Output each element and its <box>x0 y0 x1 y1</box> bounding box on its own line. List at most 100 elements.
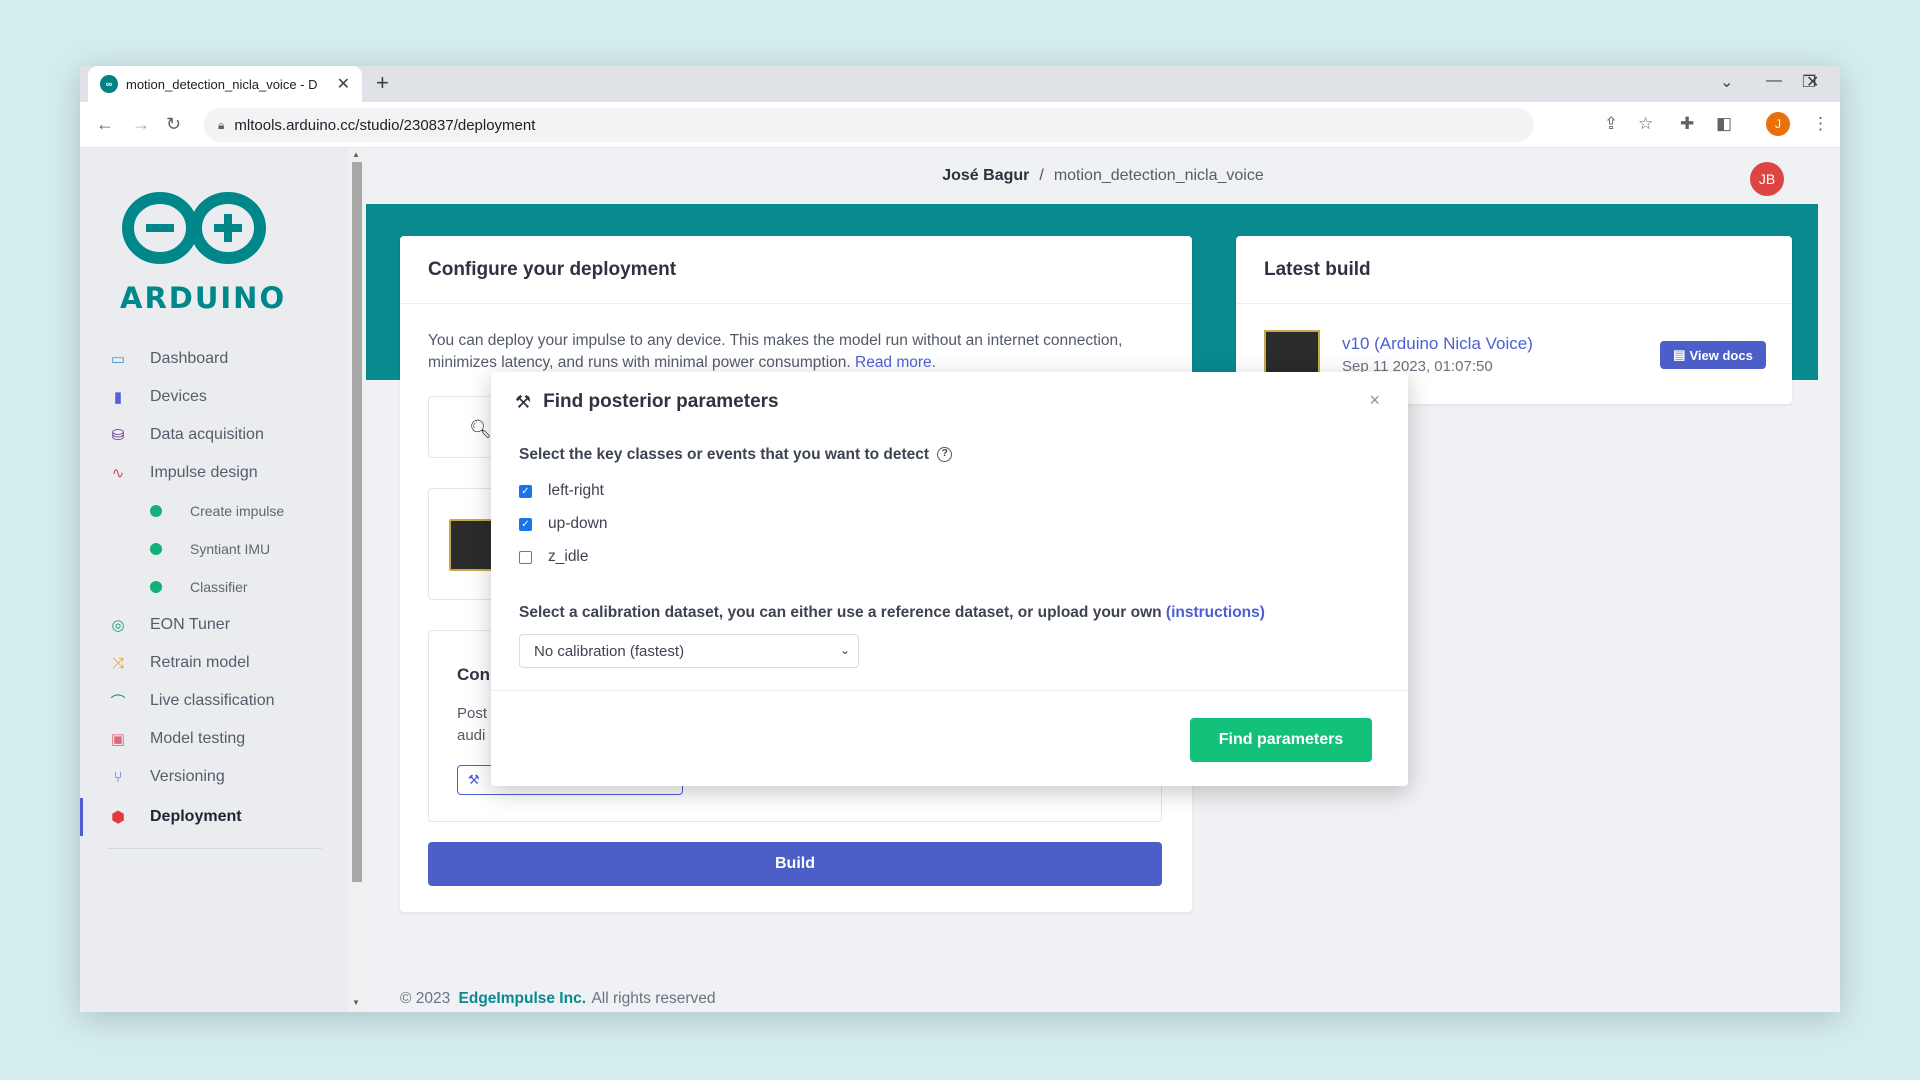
sidebar-item-label: Retrain model <box>150 654 250 671</box>
class-option-left-right[interactable]: ✓ left-right <box>519 480 604 502</box>
profile-avatar[interactable]: J <box>1766 112 1790 136</box>
build-version-link[interactable]: v10 (Arduino Nicla Voice) <box>1342 334 1533 354</box>
status-dot-icon <box>150 581 162 593</box>
checkbox-checked[interactable]: ✓ <box>519 484 532 498</box>
minimize-icon[interactable]: — <box>1766 72 1782 90</box>
bookmark-star-icon[interactable]: ☆ <box>1638 114 1653 134</box>
footer: © 2023 EdgeImpulse Inc. All rights reser… <box>400 990 716 1008</box>
sidebar-item-live-classification[interactable]: ⌒ Live classification <box>80 682 348 720</box>
configure-description: You can deploy your impulse to any devic… <box>428 330 1128 374</box>
class-label: left-right <box>548 482 604 499</box>
signal-icon: ⌒ <box>110 693 126 711</box>
read-more-link[interactable]: Read more. <box>855 354 936 371</box>
magic-wand-icon: ⚒ <box>515 391 532 412</box>
url-text: mltools.arduino.cc/studio/230837/deploym… <box>234 116 536 134</box>
tab-strip: ∞ motion_detection_nicla_voice - D ✕ + ⌄… <box>80 66 1840 102</box>
checkbox-unchecked[interactable] <box>519 550 532 564</box>
sidebar-item-classifier[interactable]: Classifier <box>80 568 348 606</box>
clipboard-icon: ▣ <box>110 731 126 748</box>
user-avatar[interactable]: JB <box>1750 162 1784 196</box>
calibration-question-text: Select a calibration dataset, you can ei… <box>519 604 1162 621</box>
box-icon: ⬢ <box>111 809 125 826</box>
breadcrumb-owner[interactable]: José Bagur <box>942 167 1029 185</box>
arduino-logo[interactable]: ARDUINO <box>120 188 287 315</box>
class-label: z_idle <box>548 548 589 565</box>
sidebar-item-label: Dashboard <box>150 350 229 367</box>
sidebar-item-deployment[interactable]: ⬢ Deployment <box>80 798 348 836</box>
sidebar-item-versioning[interactable]: ⑂ Versioning <box>80 758 348 796</box>
sidebar-item-label: Syntiant IMU <box>190 541 271 557</box>
calibration-select[interactable]: No calibration (fastest) ⌄ <box>519 634 859 668</box>
view-docs-label: View docs <box>1689 347 1753 363</box>
tab-close-icon[interactable]: ✕ <box>337 74 350 94</box>
class-option-z-idle[interactable]: z_idle <box>519 546 589 568</box>
footer-company-link[interactable]: EdgeImpulse Inc. <box>459 990 586 1007</box>
browser-tab[interactable]: ∞ motion_detection_nicla_voice - D ✕ <box>88 66 362 102</box>
close-icon[interactable]: × <box>1369 390 1380 411</box>
sidebar-item-eon-tuner[interactable]: ◎ EON Tuner <box>80 606 348 644</box>
side-panel-icon[interactable]: ◧ <box>1716 114 1732 134</box>
configure-title: Configure your deployment <box>400 236 1192 304</box>
close-window-icon[interactable]: ✕ <box>1806 72 1819 92</box>
pulse-icon: ∿ <box>111 465 125 482</box>
sidebar-item-model-testing[interactable]: ▣ Model testing <box>80 720 348 758</box>
shuffle-icon: ⤨ <box>111 654 124 672</box>
status-dot-icon <box>150 543 162 555</box>
extensions-icon[interactable]: ✚ <box>1680 114 1694 134</box>
find-parameters-button[interactable]: Find parameters <box>1190 718 1372 762</box>
dialog-header: ⚒ Find posterior parameters <box>491 372 1408 432</box>
sidebar-item-dashboard[interactable]: ▭ Dashboard <box>80 340 348 378</box>
sidebar-item-syntiant-imu[interactable]: Syntiant IMU <box>80 530 348 568</box>
dialog-divider <box>491 690 1408 691</box>
chip-icon: ▮ <box>113 389 123 406</box>
reload-icon[interactable]: ↻ <box>166 114 181 135</box>
instructions-link[interactable]: (instructions) <box>1166 604 1265 621</box>
scroll-thumb[interactable] <box>352 162 362 882</box>
logo-text: ARDUINO <box>120 281 287 315</box>
sidebar-item-label: Devices <box>150 388 207 405</box>
sidebar-scrollbar[interactable]: ▲ ▼ <box>348 148 366 1012</box>
classes-question: Select the key classes or events that yo… <box>519 446 953 464</box>
database-icon: ⛁ <box>111 427 125 444</box>
breadcrumb: José Bagur / motion_detection_nicla_voic… <box>366 148 1840 204</box>
share-icon[interactable]: ⇪ <box>1604 114 1618 134</box>
address-bar[interactable]: 🔒︎ mltools.arduino.cc/studio/230837/depl… <box>204 108 1534 142</box>
address-toolbar: ← → ↻ 🔒︎ mltools.arduino.cc/studio/23083… <box>80 102 1840 148</box>
dialog-title: Find posterior parameters <box>543 391 779 412</box>
calibration-selected-value: No calibration (fastest) <box>534 642 685 660</box>
status-dot-icon <box>150 505 162 517</box>
arduino-favicon-icon: ∞ <box>100 75 118 93</box>
classes-question-text: Select the key classes or events that yo… <box>519 446 930 463</box>
sidebar-item-retrain-model[interactable]: ⤨ Retrain model <box>80 644 348 682</box>
tab-title: motion_detection_nicla_voice - D <box>126 76 318 92</box>
search-icon: 🔍︎ <box>469 419 492 439</box>
sidebar-item-data-acquisition[interactable]: ⛁ Data acquisition <box>80 416 348 454</box>
menu-kebab-icon[interactable]: ⋮ <box>1812 114 1829 134</box>
monitor-icon: ▭ <box>110 351 126 368</box>
view-docs-button[interactable]: ▤ View docs <box>1660 341 1766 369</box>
help-circle-icon[interactable]: ? <box>937 447 953 463</box>
sidebar-divider <box>108 848 322 849</box>
checkbox-checked[interactable]: ✓ <box>519 517 532 531</box>
new-tab-icon[interactable]: + <box>376 70 389 96</box>
sidebar-item-impulse-design[interactable]: ∿ Impulse design <box>80 454 348 492</box>
wand-icon: ⚒ <box>468 772 480 787</box>
tab-search-icon[interactable]: ⌄ <box>1720 72 1733 92</box>
breadcrumb-project[interactable]: motion_detection_nicla_voice <box>1054 167 1264 185</box>
sidebar-item-label: Model testing <box>150 730 246 747</box>
sidebar-item-label: Impulse design <box>150 464 258 481</box>
find-posterior-dialog: ⚒ Find posterior parameters × Select the… <box>491 372 1408 786</box>
back-icon[interactable]: ← <box>96 114 114 135</box>
sidebar-item-label: EON Tuner <box>150 616 231 633</box>
sidebar-item-label: Data acquisition <box>150 426 264 443</box>
sidebar-item-devices[interactable]: ▮ Devices <box>80 378 348 416</box>
class-option-up-down[interactable]: ✓ up-down <box>519 513 607 535</box>
scroll-down-icon[interactable]: ▼ <box>352 998 360 1007</box>
scroll-up-icon[interactable]: ▲ <box>352 150 360 159</box>
branch-icon: ⑂ <box>113 768 123 786</box>
build-button[interactable]: Build <box>428 842 1162 886</box>
arduino-infinity-icon <box>122 192 266 264</box>
forward-icon[interactable]: → <box>132 114 150 135</box>
sidebar-item-create-impulse[interactable]: Create impulse <box>80 492 348 530</box>
calibration-question: Select a calibration dataset, you can ei… <box>519 604 1265 622</box>
